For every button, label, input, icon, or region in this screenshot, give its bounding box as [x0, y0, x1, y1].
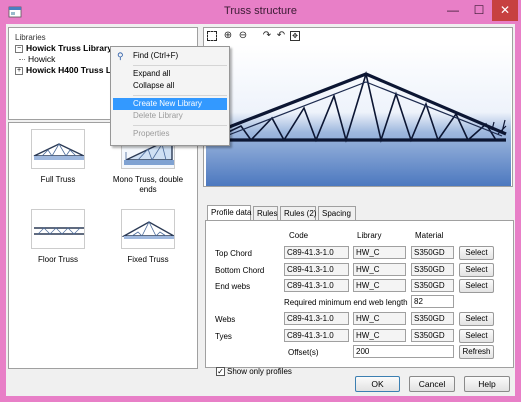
full-truss-icon	[31, 129, 85, 169]
webs-select-button[interactable]: Select	[459, 312, 494, 326]
menu-separator	[133, 125, 227, 126]
top-chord-library-field[interactable]: HW_C	[353, 246, 406, 259]
menu-separator	[133, 95, 227, 96]
close-button[interactable]: ✕	[492, 0, 518, 21]
tyes-code-field[interactable]: C89-41.3-1.0	[284, 329, 349, 342]
end-webs-library-field[interactable]: HW_C	[353, 279, 406, 292]
truss-type-label: Mono Truss, double ends	[112, 175, 184, 194]
cancel-button[interactable]: Cancel	[409, 376, 455, 392]
checkbox-check-icon[interactable]: ✓	[216, 367, 225, 377]
end-webs-select-button[interactable]: Select	[459, 279, 494, 293]
column-header-library: Library	[357, 231, 382, 240]
floor-truss-icon	[31, 209, 85, 249]
libraries-header: Libraries	[15, 33, 46, 42]
reset-view-icon[interactable]: ✥	[290, 31, 300, 41]
maximize-button[interactable]: ☐	[466, 0, 492, 21]
dialog-client-area: Libraries − Howick Truss Library Howick +…	[6, 24, 515, 396]
truss-structure-window: Truss structure — ☐ ✕ Libraries − Howick …	[0, 0, 521, 402]
top-chord-select-button[interactable]: Select	[459, 246, 494, 260]
ok-button[interactable]: OK	[355, 376, 400, 392]
menu-item-delete-library[interactable]: Delete Library	[113, 110, 227, 122]
top-chord-code-field[interactable]: C89-41.3-1.0	[284, 246, 349, 259]
zoom-in-icon[interactable]: ⊕	[222, 30, 234, 42]
profile-data-page: Code Library Material Top Chord C89-41.3…	[205, 220, 514, 368]
webs-material-field[interactable]: S350GD	[411, 312, 454, 325]
menu-item-expand-all[interactable]: Expand all	[113, 68, 227, 80]
min-end-web-input[interactable]: 82	[411, 295, 454, 308]
menu-item-properties[interactable]: Properties	[113, 128, 227, 140]
tab-rules-2[interactable]: Rules (2)	[280, 206, 316, 220]
offset-input[interactable]: 200	[353, 345, 454, 358]
row-label-tyes: Tyes	[215, 332, 232, 341]
truss-type-label: Full Truss	[40, 175, 76, 184]
tree-node-howick-h400-truss-library[interactable]: + Howick H400 Truss Li	[15, 65, 113, 75]
minimize-button[interactable]: —	[440, 0, 466, 21]
zoom-extents-icon[interactable]	[207, 31, 217, 41]
search-icon: ⚲	[117, 51, 124, 61]
row-label-top-chord: Top Chord	[215, 249, 252, 258]
row-label-bottom-chord: Bottom Chord	[215, 266, 265, 275]
rotate-right-icon[interactable]: ↷	[261, 30, 273, 42]
truss-type-gallery[interactable]: Full Truss Mono Truss, double ends Floor…	[8, 122, 198, 369]
truss-type-label: Fixed Truss	[127, 255, 169, 264]
fixed-truss-icon	[121, 209, 175, 249]
tree-node-howick[interactable]: Howick	[19, 54, 55, 64]
tab-spacing[interactable]: Spacing	[318, 206, 356, 220]
tree-node-howick-truss-library[interactable]: − Howick Truss Library	[15, 43, 112, 53]
tree-node-label: Howick H400 Truss Li	[26, 65, 114, 75]
expand-icon[interactable]: +	[15, 66, 23, 75]
offset-label: Offset(s)	[288, 348, 319, 357]
menu-item-label: Find (Ctrl+F)	[133, 51, 179, 60]
zoom-out-icon[interactable]: ⊖	[237, 30, 249, 42]
viewer-toolbar: ⊕ ⊖ ↷ ↶ ✥	[204, 28, 512, 44]
truss-3d-model	[210, 70, 507, 144]
refresh-button[interactable]: Refresh	[459, 345, 494, 359]
truss-3d-viewer[interactable]: ⊕ ⊖ ↷ ↶ ✥	[203, 27, 513, 187]
end-webs-code-field[interactable]: C89-41.3-1.0	[284, 279, 349, 292]
end-webs-material-field[interactable]: S350GD	[411, 279, 454, 292]
bottom-chord-select-button[interactable]: Select	[459, 263, 494, 277]
help-button[interactable]: Help	[464, 376, 510, 392]
truss-3d-scene[interactable]	[206, 44, 511, 186]
top-chord-material-field[interactable]: S350GD	[411, 246, 454, 259]
webs-code-field[interactable]: C89-41.3-1.0	[284, 312, 349, 325]
truss-type-label: Floor Truss	[37, 255, 78, 264]
show-only-profiles-checkbox[interactable]: ✓ Show only profiles	[216, 367, 292, 377]
webs-library-field[interactable]: HW_C	[353, 312, 406, 325]
menu-item-collapse-all[interactable]: Collapse all	[113, 80, 227, 92]
menu-item-find[interactable]: ⚲ Find (Ctrl+F)	[113, 50, 227, 62]
tab-profile-data[interactable]: Profile data	[207, 205, 251, 221]
tyes-material-field[interactable]: S350GD	[411, 329, 454, 342]
row-label-webs: Webs	[215, 315, 236, 324]
tyes-select-button[interactable]: Select	[459, 329, 494, 343]
bottom-chord-material-field[interactable]: S350GD	[411, 263, 454, 276]
tyes-library-field[interactable]: HW_C	[353, 329, 406, 342]
collapse-icon[interactable]: −	[15, 44, 23, 53]
tree-connector-line	[19, 59, 25, 61]
show-only-profiles-label: Show only profiles	[227, 367, 292, 376]
title-bar[interactable]: Truss structure — ☐ ✕	[0, 0, 521, 24]
bottom-chord-library-field[interactable]: HW_C	[353, 263, 406, 276]
min-end-web-label: Required minimum end web length	[284, 298, 408, 307]
library-context-menu: ⚲ Find (Ctrl+F) Expand all Collapse all …	[110, 46, 230, 146]
row-label-end-webs: End webs	[215, 282, 251, 291]
column-header-material: Material	[415, 231, 444, 240]
truss-type-floor-truss[interactable]: Floor Truss	[15, 209, 101, 265]
tab-rules[interactable]: Rules	[253, 206, 278, 220]
rotate-left-icon[interactable]: ↶	[275, 30, 287, 42]
tree-node-label: Howick Truss Library	[26, 43, 112, 53]
truss-type-fixed-truss[interactable]: Fixed Truss	[105, 209, 191, 265]
bottom-chord-code-field[interactable]: C89-41.3-1.0	[284, 263, 349, 276]
column-header-code: Code	[289, 231, 309, 240]
menu-item-create-new-library[interactable]: Create New Library	[113, 98, 227, 110]
menu-separator	[133, 65, 227, 66]
tree-node-label: Howick	[28, 54, 56, 64]
truss-type-full-truss[interactable]: Full Truss	[15, 129, 101, 185]
